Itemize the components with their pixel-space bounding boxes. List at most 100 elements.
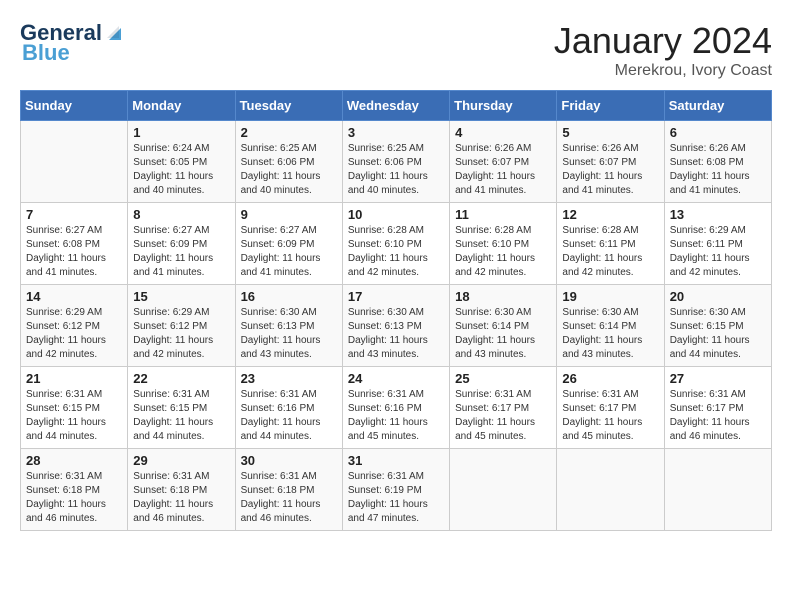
daylight-text: Daylight: 11 hours and 40 minutes. xyxy=(133,170,229,198)
sunset-text: Sunset: 6:19 PM xyxy=(348,484,444,498)
sunset-text: Sunset: 6:11 PM xyxy=(670,238,766,252)
daylight-text: Daylight: 11 hours and 43 minutes. xyxy=(348,334,444,362)
month-title: January 2024 xyxy=(554,20,772,62)
sunset-text: Sunset: 6:08 PM xyxy=(670,156,766,170)
day-number: 1 xyxy=(133,125,229,140)
daylight-text: Daylight: 11 hours and 41 minutes. xyxy=(562,170,658,198)
day-number: 18 xyxy=(455,289,551,304)
calendar-cell: 5Sunrise: 6:26 AMSunset: 6:07 PMDaylight… xyxy=(557,121,664,203)
day-number: 31 xyxy=(348,453,444,468)
sunset-text: Sunset: 6:17 PM xyxy=(455,402,551,416)
calendar-cell: 14 Sunrise: 6:29 AMSunset: 6:12 PMDayligh… xyxy=(21,285,128,367)
weekday-header-row: SundayMondayTuesdayWednesdayThursdayFrid… xyxy=(21,91,772,121)
calendar-cell: 9Sunrise: 6:27 AMSunset: 6:09 PMDaylight… xyxy=(235,203,342,285)
daylight-text: Daylight: 11 hours and 44 minutes. xyxy=(670,334,766,362)
calendar-cell: 12Sunrise: 6:28 AMSunset: 6:11 PMDayligh… xyxy=(557,203,664,285)
sunset-text: Sunset: 6:12 PM xyxy=(133,320,229,334)
day-number: 14 xyxy=(26,289,122,304)
sunset-text: Sunset: 6:17 PM xyxy=(670,402,766,416)
daylight-text: Daylight: 11 hours and 47 minutes. xyxy=(348,498,444,526)
sunrise-text: Sunrise: 6:30 AM xyxy=(455,306,551,320)
day-number: 20 xyxy=(670,289,766,304)
day-number: 4 xyxy=(455,125,551,140)
day-number: 6 xyxy=(670,125,766,140)
calendar-cell: 18Sunrise: 6:30 AMSunset: 6:14 PMDayligh… xyxy=(450,285,557,367)
sunset-text: Sunset: 6:16 PM xyxy=(241,402,337,416)
sunrise-text: Sunrise: 6:31 AM xyxy=(133,388,229,402)
weekday-header-thursday: Thursday xyxy=(450,91,557,121)
day-number: 8 xyxy=(133,207,229,222)
daylight-text: Daylight: 11 hours and 44 minutes. xyxy=(133,416,229,444)
sunrise-text: Sunrise: 6:28 AM xyxy=(562,224,658,238)
day-number: 7 xyxy=(26,207,122,222)
location: Merekrou, Ivory Coast xyxy=(554,62,772,80)
sunset-text: Sunset: 6:18 PM xyxy=(133,484,229,498)
calendar-cell xyxy=(557,449,664,531)
sunrise-text: Sunrise: 6:31 AM xyxy=(348,388,444,402)
sunset-text: Sunset: 6:06 PM xyxy=(348,156,444,170)
day-number: 15 xyxy=(133,289,229,304)
weekday-header-saturday: Saturday xyxy=(664,91,771,121)
sunset-text: Sunset: 6:06 PM xyxy=(241,156,337,170)
sunrise-text: Sunrise: 6:30 AM xyxy=(562,306,658,320)
day-number: 28 xyxy=(26,453,122,468)
day-number: 11 xyxy=(455,207,551,222)
daylight-text: Daylight: 11 hours and 46 minutes. xyxy=(26,498,122,526)
day-number: 16 xyxy=(241,289,337,304)
calendar-cell: 10Sunrise: 6:28 AMSunset: 6:10 PMDayligh… xyxy=(342,203,449,285)
sunset-text: Sunset: 6:15 PM xyxy=(133,402,229,416)
daylight-text: Daylight: 11 hours and 40 minutes. xyxy=(241,170,337,198)
sunset-text: Sunset: 6:18 PM xyxy=(26,484,122,498)
sunrise-text: Sunrise: 6:26 AM xyxy=(670,142,766,156)
weekday-header-tuesday: Tuesday xyxy=(235,91,342,121)
daylight-text: Daylight: 11 hours and 42 minutes. xyxy=(26,334,122,362)
daylight-text: Daylight: 11 hours and 42 minutes. xyxy=(455,252,551,280)
calendar-cell: 4Sunrise: 6:26 AMSunset: 6:07 PMDaylight… xyxy=(450,121,557,203)
sunrise-text: Sunrise: 6:29 AM xyxy=(133,306,229,320)
sunset-text: Sunset: 6:12 PM xyxy=(26,320,122,334)
weekday-header-monday: Monday xyxy=(128,91,235,121)
day-number: 24 xyxy=(348,371,444,386)
sunset-text: Sunset: 6:09 PM xyxy=(241,238,337,252)
calendar-week-2: 7Sunrise: 6:27 AMSunset: 6:08 PMDaylight… xyxy=(21,203,772,285)
day-number: 19 xyxy=(562,289,658,304)
calendar-week-4: 21Sunrise: 6:31 AMSunset: 6:15 PMDayligh… xyxy=(21,367,772,449)
daylight-text: Daylight: 11 hours and 41 minutes. xyxy=(241,252,337,280)
sunset-text: Sunset: 6:15 PM xyxy=(26,402,122,416)
sunrise-text: Sunrise: 6:28 AM xyxy=(455,224,551,238)
day-number: 13 xyxy=(670,207,766,222)
daylight-text: Daylight: 11 hours and 45 minutes. xyxy=(455,416,551,444)
sunrise-text: Sunrise: 6:27 AM xyxy=(241,224,337,238)
day-number: 10 xyxy=(348,207,444,222)
calendar-cell: 15Sunrise: 6:29 AMSunset: 6:12 PMDayligh… xyxy=(128,285,235,367)
calendar-table: SundayMondayTuesdayWednesdayThursdayFrid… xyxy=(20,90,772,531)
calendar-cell: 8Sunrise: 6:27 AMSunset: 6:09 PMDaylight… xyxy=(128,203,235,285)
calendar-cell: 22Sunrise: 6:31 AMSunset: 6:15 PMDayligh… xyxy=(128,367,235,449)
daylight-text: Daylight: 11 hours and 46 minutes. xyxy=(241,498,337,526)
calendar-header: SundayMondayTuesdayWednesdayThursdayFrid… xyxy=(21,91,772,121)
daylight-text: Daylight: 11 hours and 41 minutes. xyxy=(670,170,766,198)
daylight-text: Daylight: 11 hours and 41 minutes. xyxy=(133,252,229,280)
weekday-header-friday: Friday xyxy=(557,91,664,121)
sunrise-text: Sunrise: 6:31 AM xyxy=(241,388,337,402)
logo-triangle-icon xyxy=(103,22,125,44)
calendar-cell xyxy=(450,449,557,531)
sunset-text: Sunset: 6:13 PM xyxy=(348,320,444,334)
calendar-cell xyxy=(21,121,128,203)
calendar-cell: 16Sunrise: 6:30 AMSunset: 6:13 PMDayligh… xyxy=(235,285,342,367)
day-number: 23 xyxy=(241,371,337,386)
sunset-text: Sunset: 6:13 PM xyxy=(241,320,337,334)
daylight-text: Daylight: 11 hours and 43 minutes. xyxy=(455,334,551,362)
calendar-cell: 30Sunrise: 6:31 AMSunset: 6:18 PMDayligh… xyxy=(235,449,342,531)
daylight-text: Daylight: 11 hours and 42 minutes. xyxy=(670,252,766,280)
sunset-text: Sunset: 6:14 PM xyxy=(562,320,658,334)
logo-blue: Blue xyxy=(22,40,70,66)
sunrise-text: Sunrise: 6:24 AM xyxy=(133,142,229,156)
sunrise-text: Sunrise: 6:29 AM xyxy=(26,306,122,320)
calendar-cell: 6 Sunrise: 6:26 AMSunset: 6:08 PMDaylight… xyxy=(664,121,771,203)
calendar-body: 1Sunrise: 6:24 AMSunset: 6:05 PMDaylight… xyxy=(21,121,772,531)
sunset-text: Sunset: 6:07 PM xyxy=(562,156,658,170)
sunset-text: Sunset: 6:05 PM xyxy=(133,156,229,170)
sunrise-text: Sunrise: 6:28 AM xyxy=(348,224,444,238)
sunset-text: Sunset: 6:10 PM xyxy=(348,238,444,252)
